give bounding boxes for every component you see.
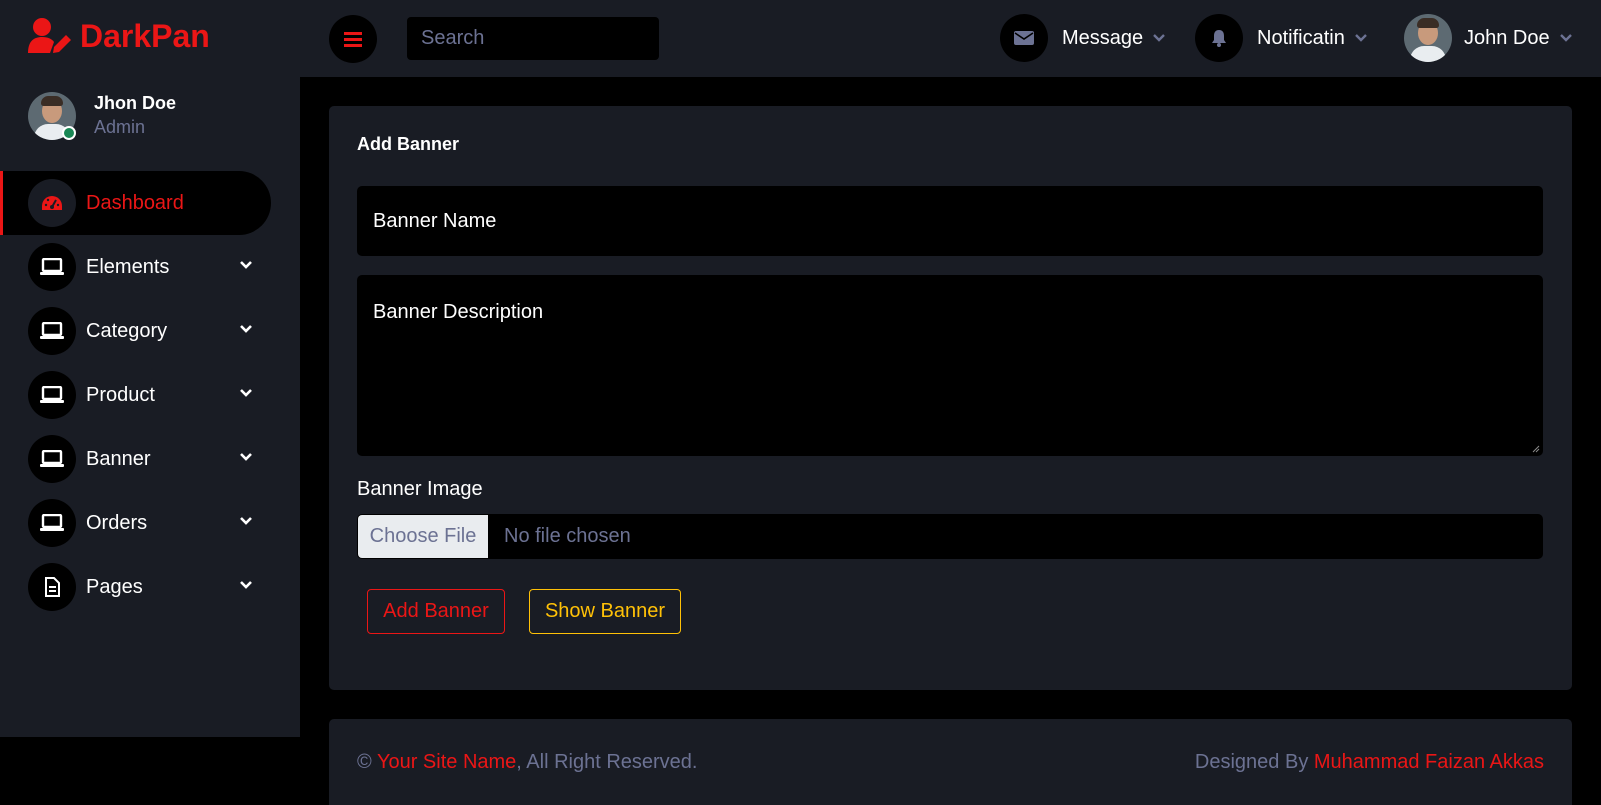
sidebar-item-label: Banner	[86, 447, 151, 470]
sidebar-item-label: Orders	[86, 511, 148, 534]
banner-image-file-input[interactable]: Choose File No file chosen	[357, 514, 1543, 559]
add-banner-button[interactable]: Add Banner	[367, 589, 505, 634]
sidebar-item-elements[interactable]: Elements	[0, 235, 300, 299]
banner-description-placeholder: Banner Description	[373, 301, 544, 323]
sidebar-item-orders[interactable]: Orders	[0, 491, 300, 555]
sidebar-item-label: Product	[86, 383, 155, 406]
banner-image-label: Banner Image	[357, 478, 483, 500]
profile-role: Admin	[94, 117, 146, 137]
notification-dropdown[interactable]: Notificatin	[1195, 14, 1367, 62]
laptop-icon	[28, 435, 76, 483]
sidebar-item-label: Dashboard	[86, 191, 184, 214]
sidebar-profile: Jhon Doe Admin	[28, 92, 176, 140]
user-edit-icon	[28, 18, 71, 53]
banner-name-input[interactable]: Banner Name	[357, 186, 1543, 256]
bars-icon	[344, 32, 362, 47]
sidebar-item-banner[interactable]: Banner	[0, 427, 300, 491]
copyright-symbol: ©	[357, 751, 372, 773]
online-status-dot	[62, 126, 76, 140]
search-input[interactable]	[407, 17, 659, 60]
laptop-icon	[28, 499, 76, 547]
add-banner-card: Add Banner Banner Name Banner Descriptio…	[329, 106, 1572, 690]
chevron-down-icon	[240, 581, 252, 589]
choose-file-button[interactable]: Choose File	[358, 515, 488, 558]
sidebar-item-label: Category	[86, 319, 168, 342]
sidebar-item-dashboard[interactable]: Dashboard	[0, 171, 271, 235]
topbar: Message Notificatin John Doe	[300, 0, 1601, 77]
sidebar-item-label: Pages	[86, 575, 143, 598]
brand-name: DarkPan	[80, 17, 210, 54]
sidebar-item-label: Elements	[86, 255, 170, 278]
sidebar: DarkPan Jhon Doe Admin Dashboard Element…	[0, 0, 300, 737]
avatar	[1404, 14, 1452, 62]
sidebar-item-category[interactable]: Category	[0, 299, 300, 363]
profile-name: Jhon Doe	[94, 93, 177, 113]
footer-credits: Designed By Muhammad Faizan Akkas	[1195, 751, 1544, 774]
designed-by-text: Designed By	[1194, 751, 1314, 773]
designer-link[interactable]: Muhammad Faizan Akkas	[1314, 751, 1544, 773]
sidebar-item-pages[interactable]: Pages	[0, 555, 300, 619]
message-dropdown[interactable]: Message	[1000, 14, 1166, 62]
bell-icon	[1195, 14, 1243, 62]
rights-text: , All Right Reserved.	[516, 751, 698, 773]
chevron-down-icon	[240, 389, 252, 397]
chevron-down-icon	[1153, 34, 1166, 42]
notification-label: Notificatin	[1257, 26, 1345, 49]
user-dropdown[interactable]: John Doe	[1404, 14, 1572, 62]
user-name: John Doe	[1464, 26, 1550, 49]
footer: © Your Site Name, All Right Reserved. De…	[329, 719, 1572, 805]
tachometer-icon	[28, 179, 76, 227]
chevron-down-icon	[240, 325, 252, 333]
message-label: Message	[1062, 26, 1144, 49]
sidebar-nav: Dashboard Elements Category Product Bann…	[0, 171, 300, 619]
laptop-icon	[28, 243, 76, 291]
chevron-down-icon	[240, 517, 252, 525]
sidebar-toggle-button[interactable]	[329, 15, 377, 63]
brand-logo[interactable]: DarkPan	[28, 16, 210, 56]
chevron-down-icon	[1354, 34, 1367, 42]
card-title: Add Banner	[357, 134, 460, 154]
show-banner-button[interactable]: Show Banner	[529, 589, 681, 634]
file-icon	[28, 563, 76, 611]
laptop-icon	[28, 307, 76, 355]
chevron-down-icon	[1559, 34, 1572, 42]
resize-handle-icon[interactable]	[1532, 445, 1540, 453]
chevron-down-icon	[240, 261, 252, 269]
laptop-icon	[28, 371, 76, 419]
file-status: No file chosen	[504, 525, 631, 547]
footer-copyright: © Your Site Name, All Right Reserved.	[357, 751, 698, 774]
sidebar-item-product[interactable]: Product	[0, 363, 300, 427]
banner-name-placeholder: Banner Name	[373, 210, 497, 232]
site-name-link[interactable]: Your Site Name	[377, 751, 516, 773]
banner-description-textarea[interactable]: Banner Description	[357, 275, 1543, 456]
chevron-down-icon	[240, 453, 252, 461]
envelope-icon	[1000, 14, 1048, 62]
